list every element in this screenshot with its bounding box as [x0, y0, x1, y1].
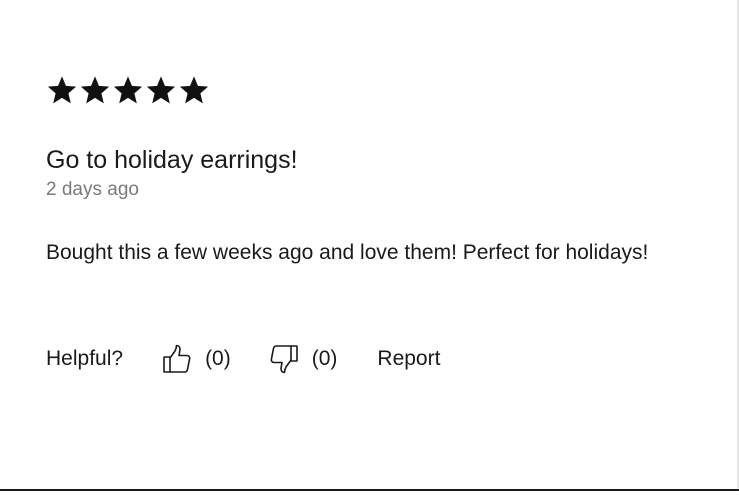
- helpful-label: Helpful?: [46, 347, 124, 370]
- review-divider: [0, 489, 739, 491]
- upvote-button[interactable]: (0): [161, 343, 231, 375]
- star-icon: [179, 76, 209, 104]
- downvote-count: (0): [311, 347, 338, 370]
- star-rating: [46, 74, 210, 106]
- thumbs-down-icon: [270, 345, 298, 374]
- star-icon: [47, 76, 77, 104]
- review-title: Go to holiday earrings!: [46, 146, 298, 174]
- review-date: 2 days ago: [46, 179, 139, 200]
- star-icon: [113, 76, 143, 104]
- report-link[interactable]: Report: [377, 347, 440, 371]
- upvote-count: (0): [205, 347, 231, 370]
- thumbs-up-icon: [163, 344, 191, 373]
- downvote-button[interactable]: (0): [268, 343, 338, 375]
- star-icon: [80, 76, 110, 104]
- review-card: Go to holiday earrings! 2 days ago Bough…: [0, 0, 739, 500]
- star-icon: [146, 76, 176, 104]
- review-actions: Helpful? (0) (0) Report: [46, 340, 440, 378]
- review-body: Bought this a few weeks ago and love the…: [46, 241, 649, 264]
